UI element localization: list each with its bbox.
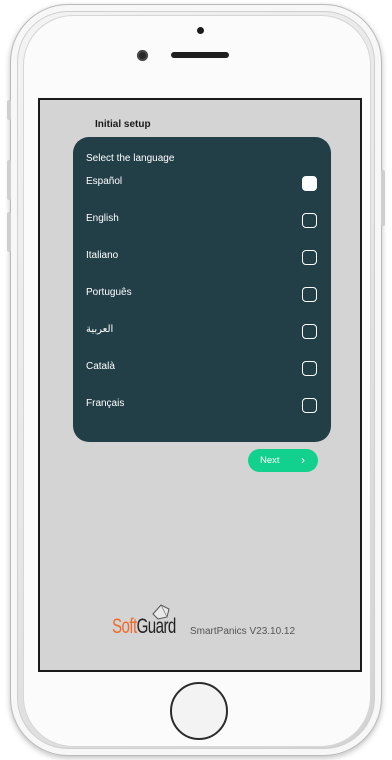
volume-down-button: [7, 212, 11, 252]
language-option-arabic[interactable]: العربية: [73, 318, 331, 346]
language-label: Italiano: [86, 250, 119, 261]
language-option-catala[interactable]: Català: [73, 355, 331, 383]
language-option-portugues[interactable]: Português: [73, 281, 331, 309]
front-camera-icon: [137, 50, 148, 61]
language-label: Français: [86, 398, 125, 409]
earpiece-speaker: [171, 52, 229, 58]
language-panel: Select the language Español English Ital…: [73, 137, 331, 442]
language-option-francais[interactable]: Français: [73, 392, 331, 420]
panel-heading: Select the language: [86, 153, 175, 164]
language-option-espanol[interactable]: Español: [73, 170, 331, 198]
language-label: العربية: [86, 324, 114, 335]
chevron-right-icon: ›: [301, 453, 305, 467]
language-checkbox[interactable]: [302, 176, 317, 191]
language-checkbox[interactable]: [302, 287, 317, 302]
next-button[interactable]: Next ›: [248, 449, 318, 472]
sensor-dot: [197, 27, 204, 34]
next-button-label: Next: [260, 455, 280, 466]
app-screen: Initial setup Select the language Españo…: [38, 98, 362, 672]
language-checkbox[interactable]: [302, 213, 317, 228]
language-checkbox[interactable]: [302, 361, 317, 376]
language-label: Português: [86, 287, 132, 298]
page-title: Initial setup: [95, 119, 151, 130]
language-checkbox[interactable]: [302, 398, 317, 413]
language-label: Català: [86, 361, 115, 372]
language-label: Español: [86, 176, 123, 187]
language-option-italiano[interactable]: Italiano: [73, 244, 331, 272]
language-label: English: [86, 213, 119, 224]
power-button: [381, 170, 385, 226]
language-checkbox[interactable]: [302, 324, 317, 339]
language-checkbox[interactable]: [302, 250, 317, 265]
mute-switch: [7, 100, 11, 120]
language-option-english[interactable]: English: [73, 207, 331, 235]
app-version: SmartPanics V23.10.12: [190, 626, 296, 637]
volume-up-button: [7, 160, 11, 200]
logo-wordmark: SoftGuard: [112, 615, 176, 638]
softguard-logo: SoftGuard: [112, 602, 182, 638]
home-button[interactable]: [170, 682, 228, 740]
